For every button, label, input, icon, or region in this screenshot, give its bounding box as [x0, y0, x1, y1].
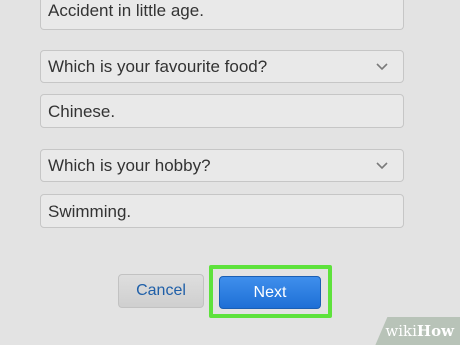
security-question-2-select[interactable]: Which is your favourite food?	[40, 50, 404, 83]
cancel-button[interactable]: Cancel	[118, 274, 204, 308]
security-question-2-value: Which is your favourite food?	[48, 57, 268, 76]
chevron-down-icon	[375, 60, 389, 74]
wikihow-watermark: wiki How	[375, 317, 460, 345]
security-question-3-value: Which is your hobby?	[48, 156, 211, 175]
answer-1-input[interactable]: Accident in little age.	[40, 0, 404, 30]
security-question-3-select[interactable]: Which is your hobby?	[40, 149, 404, 182]
next-button[interactable]: Next	[219, 276, 321, 309]
watermark-how-text: How	[416, 322, 454, 340]
answer-2-value: Chinese.	[48, 101, 116, 121]
chevron-down-icon	[375, 159, 389, 173]
answer-3-input[interactable]: Swimming.	[40, 194, 404, 228]
answer-1-value: Accident in little age.	[48, 1, 204, 20]
answer-3-value: Swimming.	[48, 201, 132, 221]
watermark-wiki-text: wiki	[385, 322, 417, 340]
answer-2-input[interactable]: Chinese.	[40, 94, 404, 128]
